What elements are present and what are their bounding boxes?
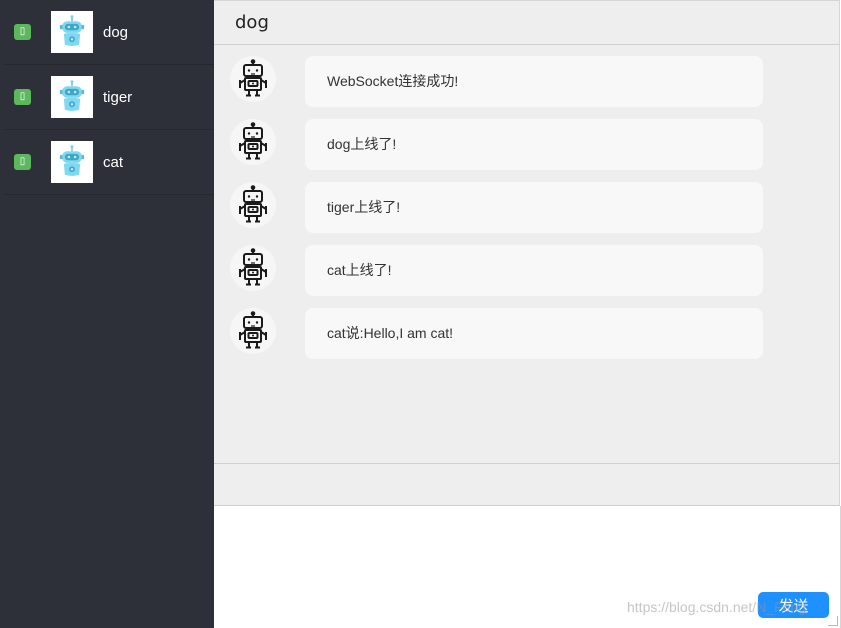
contacts-sidebar: dog tiger cat [0, 0, 214, 628]
message-bubble: tiger上线了! [305, 182, 763, 233]
message-bubble: cat上线了! [305, 245, 763, 296]
robot-icon [51, 141, 93, 183]
composer-toolbar [214, 464, 840, 506]
contact-name: cat [103, 153, 124, 171]
status-square-icon [14, 24, 31, 40]
message-item: WebSocket连接成功! [214, 56, 840, 109]
robot-icon [230, 245, 276, 291]
chat-title: dog [235, 12, 269, 33]
robot-icon [230, 56, 276, 102]
composer-area [214, 506, 841, 628]
chat-panel: dog WebSocket连接成功! dog上线了! tiger上线了! cat… [214, 0, 841, 628]
status-square-icon [14, 89, 31, 105]
contact-item-dog[interactable]: dog [4, 0, 214, 65]
message-list[interactable]: WebSocket连接成功! dog上线了! tiger上线了! cat上线了!… [214, 45, 840, 464]
message-bubble: WebSocket连接成功! [305, 56, 763, 107]
resize-grip-icon[interactable] [828, 616, 838, 626]
robot-icon [51, 76, 93, 118]
contact-item-cat[interactable]: cat [4, 130, 214, 195]
chat-header: dog [214, 0, 840, 45]
message-bubble: cat说:Hello,I am cat! [305, 308, 763, 359]
contact-name: tiger [103, 88, 133, 106]
contact-item-tiger[interactable]: tiger [4, 65, 214, 130]
status-square-icon [14, 154, 31, 170]
contact-name: dog [103, 23, 129, 41]
message-input[interactable] [214, 506, 840, 628]
robot-icon [230, 119, 276, 165]
message-item: tiger上线了! [214, 182, 840, 235]
robot-icon [230, 182, 276, 228]
message-bubble: dog上线了! [305, 119, 763, 170]
robot-icon [51, 11, 93, 53]
message-item: cat说:Hello,I am cat! [214, 308, 840, 361]
message-item: dog上线了! [214, 119, 840, 172]
message-item: cat上线了! [214, 245, 840, 298]
send-button[interactable]: 发送 [758, 592, 829, 618]
robot-icon [230, 308, 276, 354]
